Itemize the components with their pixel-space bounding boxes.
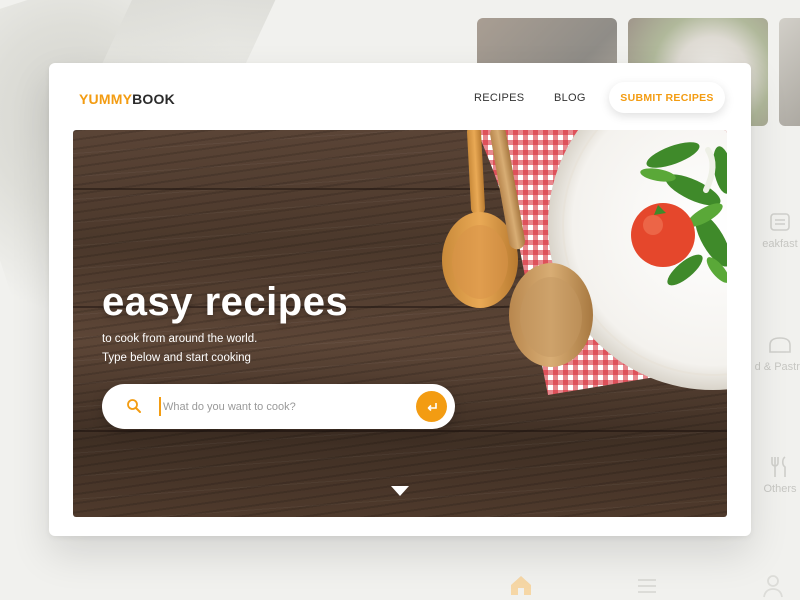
enter-arrow-icon xyxy=(427,402,437,411)
background-category-others: Others xyxy=(745,455,800,495)
hero-subtitle-line-1: to cook from around the world. xyxy=(102,333,258,345)
hero-title: easy recipes xyxy=(102,280,349,324)
top-navigation-bar: YUMMYBOOK RECIPES BLOG SUBMIT RECIPES xyxy=(49,63,751,130)
brand-logo-part1: YUMMY xyxy=(79,91,133,107)
fork-knife-icon xyxy=(771,456,786,477)
scroll-down-arrow-icon[interactable] xyxy=(391,486,409,496)
submit-recipes-button[interactable]: SUBMIT RECIPES xyxy=(609,82,725,113)
background-recipe-thumbnail xyxy=(779,18,800,126)
breakfast-icon xyxy=(770,213,790,231)
brand-logo-part2: BOOK xyxy=(132,91,175,107)
search-icon xyxy=(127,399,141,413)
hero-banner: easy recipes to cook from around the wor… xyxy=(73,130,727,517)
user-icon xyxy=(763,575,783,598)
nav-link-blog[interactable]: BLOG xyxy=(554,92,586,104)
home-icon xyxy=(511,576,531,595)
nav-link-recipes[interactable]: RECIPES xyxy=(474,92,524,104)
background-category-bread-pastry: d & Pastry xyxy=(745,333,800,373)
bread-icon xyxy=(769,337,791,353)
list-icon xyxy=(638,579,656,593)
background-category-breakfast: eakfast xyxy=(745,210,800,250)
hero-subtitle-line-2: Type below and start cooking xyxy=(102,352,251,364)
landing-card: YUMMYBOOK RECIPES BLOG SUBMIT RECIPES ea… xyxy=(49,63,751,536)
search-input[interactable] xyxy=(163,396,403,417)
recipe-search-bar xyxy=(102,384,455,429)
text-cursor xyxy=(159,397,161,416)
brand-logo[interactable]: YUMMYBOOK xyxy=(79,91,175,107)
search-submit-button[interactable] xyxy=(416,391,447,422)
